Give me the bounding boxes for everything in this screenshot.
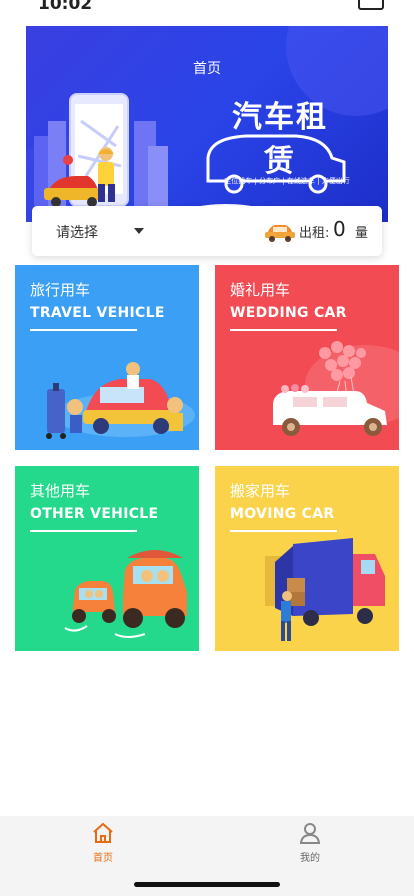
car-type-select[interactable]: 请选择 bbox=[32, 206, 162, 256]
card-underline bbox=[30, 329, 137, 331]
user-icon bbox=[299, 823, 321, 844]
card-title-cn: 旅行用车 bbox=[30, 281, 91, 299]
tab-home[interactable]: 首页 bbox=[73, 822, 133, 864]
tab-home-label: 首页 bbox=[93, 853, 113, 864]
status-bar: 10:02 bbox=[0, 0, 414, 26]
select-placeholder: 请选择 bbox=[56, 225, 98, 241]
card-wedding-car[interactable]: 婚礼用车 WEDDING CAR bbox=[215, 265, 399, 450]
home-icon bbox=[93, 822, 113, 843]
tab-mine[interactable]: 我的 bbox=[280, 822, 340, 864]
rent-unit: 量 bbox=[355, 226, 369, 241]
card-other-vehicle[interactable]: 其他用车 OTHER VEHICLE bbox=[15, 466, 199, 651]
card-title-cn: 其他用车 bbox=[30, 482, 91, 500]
banner-logo-text: 汽车租赁 bbox=[232, 100, 328, 179]
caret-down-icon bbox=[134, 228, 144, 234]
status-time: 10:02 bbox=[38, 0, 93, 14]
rent-count: 0 bbox=[333, 217, 346, 241]
car-icon bbox=[265, 225, 295, 242]
card-underline bbox=[30, 530, 137, 532]
card-underline bbox=[230, 329, 337, 331]
battery-icon bbox=[358, 0, 384, 10]
card-title-en: TRAVEL VEHICLE bbox=[30, 305, 165, 321]
rent-label: 出租: bbox=[299, 226, 330, 241]
card-moving-car[interactable]: 搬家用车 MOVING CAR bbox=[215, 466, 399, 651]
card-title-en: MOVING CAR bbox=[230, 506, 335, 522]
home-indicator bbox=[134, 882, 280, 887]
tab-mine-label: 我的 bbox=[300, 853, 320, 864]
card-title-en: OTHER VEHICLE bbox=[30, 506, 159, 522]
banner-tagline: 定位找车 | 分布广 | 在线选车 | 方便出行 bbox=[224, 177, 350, 185]
hero-banner: 首页 汽车租赁 定位找车 | 分布广 | 在线选车 | 方便出行 bbox=[26, 26, 388, 222]
filter-bar: 请选择 出租: 0 量 bbox=[32, 206, 382, 256]
card-title-cn: 婚礼用车 bbox=[230, 281, 291, 299]
card-underline bbox=[230, 530, 337, 532]
card-travel-vehicle[interactable]: 旅行用车 TRAVEL VEHICLE bbox=[15, 265, 199, 450]
card-title-en: WEDDING CAR bbox=[230, 305, 347, 321]
page-title: 首页 bbox=[193, 61, 221, 77]
card-title-cn: 搬家用车 bbox=[230, 482, 291, 500]
